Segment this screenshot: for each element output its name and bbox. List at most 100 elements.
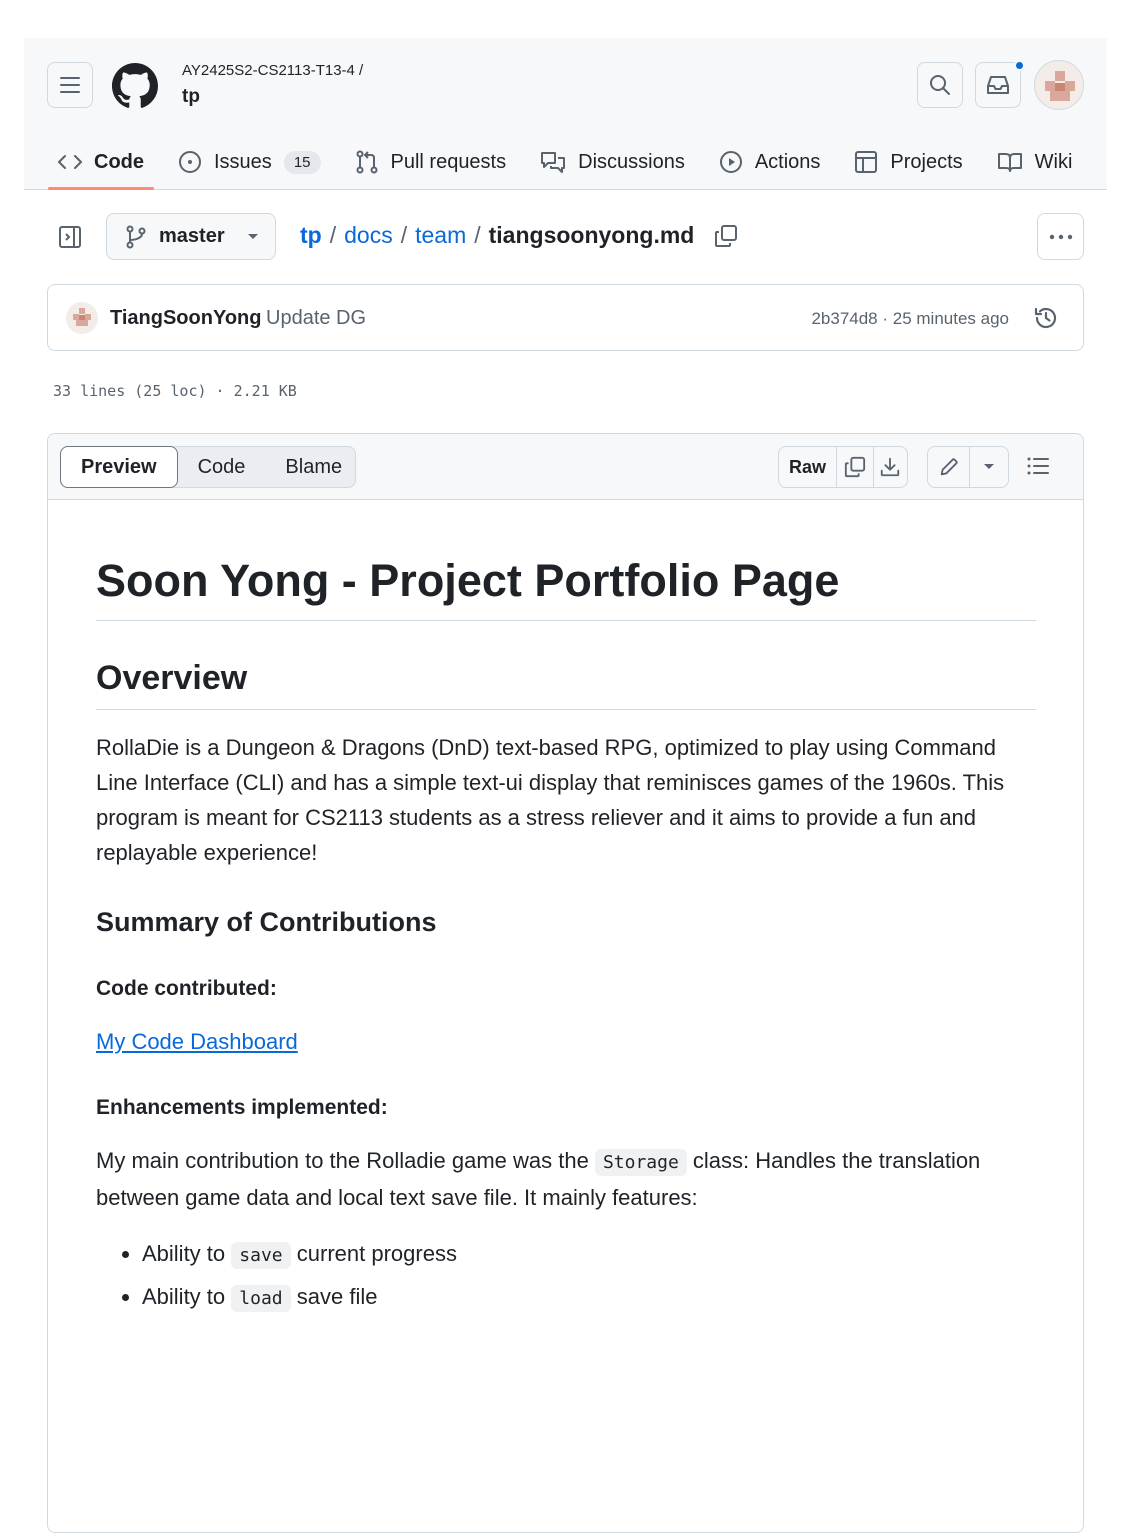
edit-options-dropdown[interactable] xyxy=(970,447,1008,487)
view-mode-segmented-control: Preview Code Blame xyxy=(60,446,356,488)
enhancements-heading: Enhancements implemented: xyxy=(96,1096,388,1119)
more-options-button[interactable] xyxy=(1037,213,1084,260)
list-unordered-icon xyxy=(1027,457,1049,475)
breadcrumb-repo-link[interactable]: tp xyxy=(300,222,322,249)
tab-label: Discussions xyxy=(578,150,685,173)
breadcrumb-team-link[interactable]: team xyxy=(415,222,466,249)
caret-down-icon xyxy=(247,233,258,239)
repo-header: AY2425S2-CS2113-T13-4 / tp Code Issues 1… xyxy=(24,38,1107,190)
breadcrumb: tp / docs / team / tiangsoonyong.md xyxy=(300,222,738,249)
commit-author-link[interactable]: TiangSoonYong xyxy=(110,307,261,330)
sidebar-expand-icon xyxy=(59,226,81,248)
file-viewer: Preview Code Blame Raw Soon Yong - Proje… xyxy=(47,433,1084,1533)
edit-file-button[interactable] xyxy=(928,447,970,487)
book-icon xyxy=(997,153,1022,172)
caret-down-icon xyxy=(984,464,994,469)
identicon-icon xyxy=(1045,71,1075,101)
code-icon xyxy=(58,155,82,169)
inline-code: Storage xyxy=(594,1149,687,1176)
inbox-button[interactable] xyxy=(975,62,1021,108)
preview-tab[interactable]: Preview xyxy=(60,446,178,488)
outline-button[interactable] xyxy=(1026,455,1050,482)
commit-author-avatar[interactable] xyxy=(66,302,98,334)
markdown-body: Soon Yong - Project Portfolio Page Overv… xyxy=(96,554,1036,1319)
overview-heading: Overview xyxy=(96,657,1036,710)
file-stats: 33 lines (25 loc) · 2.21 KB xyxy=(53,382,297,400)
enhancements-paragraph: My main contribution to the Rolladie gam… xyxy=(96,1143,1036,1215)
comment-discussion-icon xyxy=(541,152,566,173)
list-item: Ability to load save file xyxy=(142,1276,1036,1319)
blame-tab[interactable]: Blame xyxy=(265,447,362,487)
kebab-horizontal-icon xyxy=(1049,234,1072,239)
tab-label: Actions xyxy=(754,150,821,173)
download-button[interactable] xyxy=(874,447,907,487)
tab-label: Wiki xyxy=(1034,150,1073,173)
git-branch-icon xyxy=(126,225,146,248)
overview-paragraph: RollaDie is a Dungeon & Dragons (DnD) te… xyxy=(96,735,1005,865)
hamburger-icon xyxy=(60,77,80,93)
repo-owner-link[interactable]: AY2425S2-CS2113-T13-4 / xyxy=(182,62,363,79)
raw-button[interactable]: Raw xyxy=(779,447,837,487)
list-item-text: current progress xyxy=(296,1241,457,1266)
copy-icon xyxy=(844,456,866,478)
features-list: Ability to save current progress Ability… xyxy=(96,1233,1036,1319)
side-panel-toggle[interactable] xyxy=(58,225,82,254)
latest-commit-bar: TiangSoonYong Update DG 2b374d8 · 25 min… xyxy=(47,284,1084,351)
search-button[interactable] xyxy=(917,62,963,108)
code-contributed-heading: Code contributed: xyxy=(96,977,277,1000)
tab-label: Pull requests xyxy=(390,150,507,173)
branch-selector[interactable]: master xyxy=(106,213,276,260)
breadcrumb-file-name: tiangsoonyong.md xyxy=(488,222,695,248)
history-icon xyxy=(1034,307,1057,329)
tab-label: Projects xyxy=(890,150,963,173)
list-item-text: Ability to xyxy=(142,1284,226,1309)
breadcrumb-separator: / xyxy=(329,222,337,248)
file-viewer-header: Preview Code Blame Raw xyxy=(48,434,1083,500)
edit-group xyxy=(927,446,1009,488)
page-title: Soon Yong - Project Portfolio Page xyxy=(96,554,1036,621)
tab-projects[interactable]: Projects xyxy=(854,134,963,190)
inline-code: load xyxy=(231,1285,291,1312)
list-item-text: save file xyxy=(296,1284,378,1309)
tab-label: Code xyxy=(94,150,144,173)
branch-name: master xyxy=(159,225,225,247)
issue-opened-icon xyxy=(179,151,201,173)
issues-count-badge: 15 xyxy=(283,150,321,174)
download-icon xyxy=(881,457,900,477)
breadcrumb-separator: / xyxy=(474,222,481,248)
repo-tabs: Code Issues 15 Pull requests Discussions… xyxy=(48,134,1106,190)
tab-wiki[interactable]: Wiki xyxy=(997,134,1073,190)
tab-code[interactable]: Code xyxy=(48,134,154,190)
git-pull-request-icon xyxy=(356,150,377,174)
github-logo-icon[interactable] xyxy=(112,63,158,109)
list-item: Ability to save current progress xyxy=(142,1233,1036,1276)
dashboard-paragraph: My Code Dashboard xyxy=(96,1024,1036,1059)
identicon-icon xyxy=(73,308,91,326)
history-button[interactable] xyxy=(1033,305,1059,336)
code-view-tab[interactable]: Code xyxy=(178,447,266,487)
tab-discussions[interactable]: Discussions xyxy=(540,134,685,190)
tab-actions[interactable]: Actions xyxy=(719,134,821,190)
code-dashboard-link[interactable]: My Code Dashboard xyxy=(96,1029,298,1054)
copy-path-button[interactable] xyxy=(714,224,738,248)
enhancements-text: My main contribution to the Rolladie gam… xyxy=(96,1148,589,1173)
search-icon xyxy=(930,75,950,95)
pencil-icon xyxy=(940,458,958,476)
commit-message-link[interactable]: Update DG xyxy=(266,307,366,330)
repo-name-link[interactable]: tp xyxy=(182,86,200,108)
raw-copy-download-group: Raw xyxy=(778,446,908,488)
play-icon xyxy=(719,151,742,173)
copy-raw-button[interactable] xyxy=(837,447,874,487)
summary-heading: Summary of Contributions xyxy=(96,907,437,937)
breadcrumb-separator: / xyxy=(400,222,408,248)
notification-dot xyxy=(1014,60,1025,71)
user-avatar[interactable] xyxy=(1034,60,1084,110)
menu-button[interactable] xyxy=(47,62,93,108)
commit-hash-time[interactable]: 2b374d8 · 25 minutes ago xyxy=(811,309,1009,329)
breadcrumb-docs-link[interactable]: docs xyxy=(344,222,393,249)
tab-pull-requests[interactable]: Pull requests xyxy=(355,134,507,190)
inline-code: save xyxy=(231,1242,291,1269)
tab-issues[interactable]: Issues 15 xyxy=(178,134,321,190)
table-icon xyxy=(855,151,878,173)
list-item-text: Ability to xyxy=(142,1241,226,1266)
